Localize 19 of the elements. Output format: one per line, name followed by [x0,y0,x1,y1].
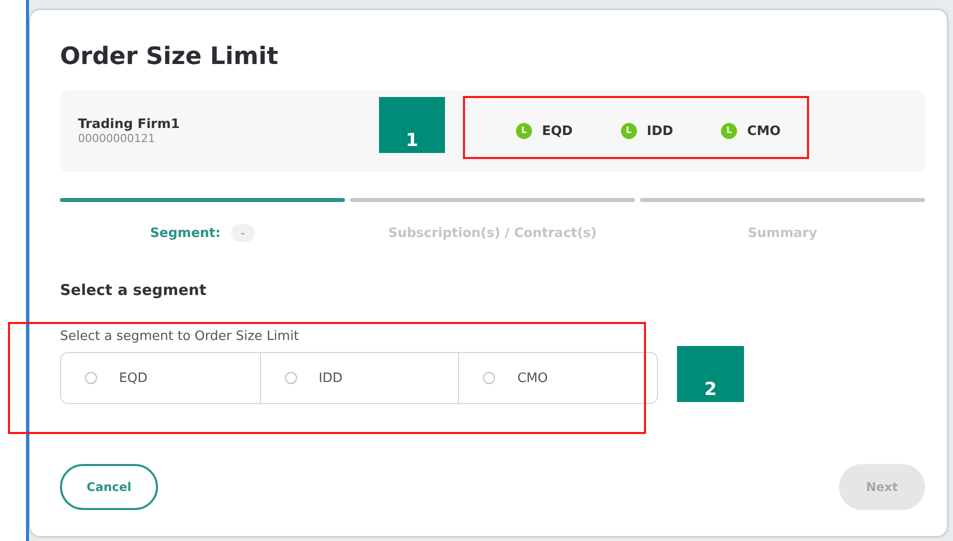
segment-label: IDD [646,124,674,138]
firm-name: Trading Firm1 [78,117,180,132]
callout-label: 2 [677,346,744,402]
callout-label: 1 [379,97,445,153]
segment-label: EQD [542,124,573,138]
status-badge: L [620,123,637,139]
segment-option[interactable]: EQD [61,353,260,403]
field-caption: Select a segment to Order Size Limit [60,329,300,344]
segment-option[interactable]: IDD [260,353,458,403]
firm-id: 00000000121 [78,132,155,145]
segment-option[interactable]: CMO [458,353,657,403]
section-title: Select a segment [60,281,208,299]
cancel-button[interactable]: Cancel [60,464,158,510]
dialog-title: Order Size Limit [60,42,280,70]
step-value: - [230,224,255,242]
status-badge: L [721,123,738,139]
status-badge: L [516,123,532,139]
step-label[interactable]: Segment: [150,226,221,240]
segment-label: CMO [747,124,781,138]
